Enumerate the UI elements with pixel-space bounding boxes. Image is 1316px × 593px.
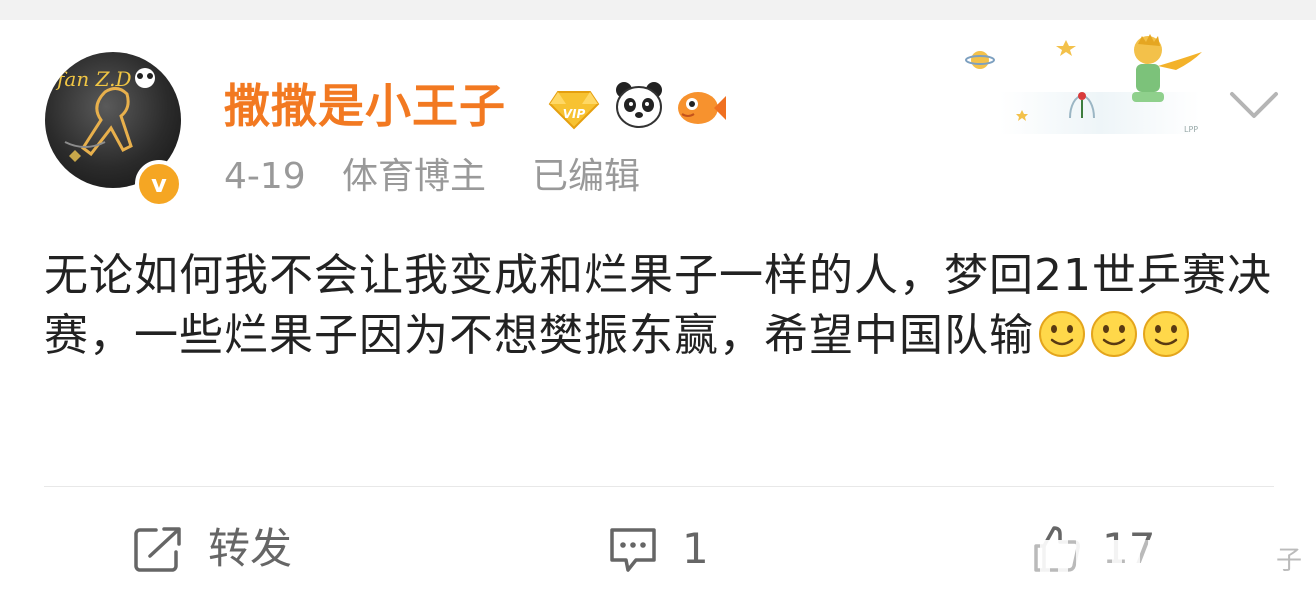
- watermark-text: 子: [1275, 546, 1302, 576]
- svg-text:LPP: LPP: [1184, 125, 1198, 134]
- username[interactable]: 撒撒是小王子: [224, 76, 506, 136]
- share-icon: [134, 527, 181, 572]
- watermark-overlay: [1004, 540, 1316, 586]
- chevron-down-icon[interactable]: [1226, 88, 1282, 124]
- comment-button[interactable]: 1: [606, 520, 746, 580]
- top-strip: [0, 0, 1316, 20]
- repost-button[interactable]: 转发: [132, 520, 332, 580]
- fish-badge: [674, 80, 728, 134]
- vip-text: VIP: [563, 107, 586, 121]
- smile-emoji: [1039, 311, 1085, 357]
- verified-icon: v: [135, 160, 183, 208]
- post-body: 无论如何我不会让我变成和烂果子一样的人，梦回21世乒赛决赛，一些烂果子因为不想樊…: [44, 246, 1274, 366]
- user-tag: 体育博主: [342, 156, 487, 197]
- comment-count: 1: [682, 524, 709, 573]
- comment-icon: [610, 528, 656, 572]
- little-prince-decoration: LPP: [960, 22, 1210, 140]
- post-text: 无论如何我不会让我变成和烂果子一样的人，梦回21世乒赛决赛，一些烂果子因为不想樊…: [44, 250, 1272, 361]
- smile-emoji: [1143, 311, 1189, 357]
- panda-badge: [612, 78, 666, 132]
- divider: [44, 486, 1274, 487]
- smile-emoji: [1091, 311, 1137, 357]
- svg-text:fan Z.D: fan Z.D: [55, 67, 132, 91]
- edited-label[interactable]: 已编辑: [532, 152, 640, 202]
- post-date: 4-19: [224, 156, 306, 197]
- repost-label: 转发: [208, 524, 293, 573]
- verified-letter: v: [151, 170, 167, 198]
- vip-diamond-badge: VIP: [548, 80, 600, 132]
